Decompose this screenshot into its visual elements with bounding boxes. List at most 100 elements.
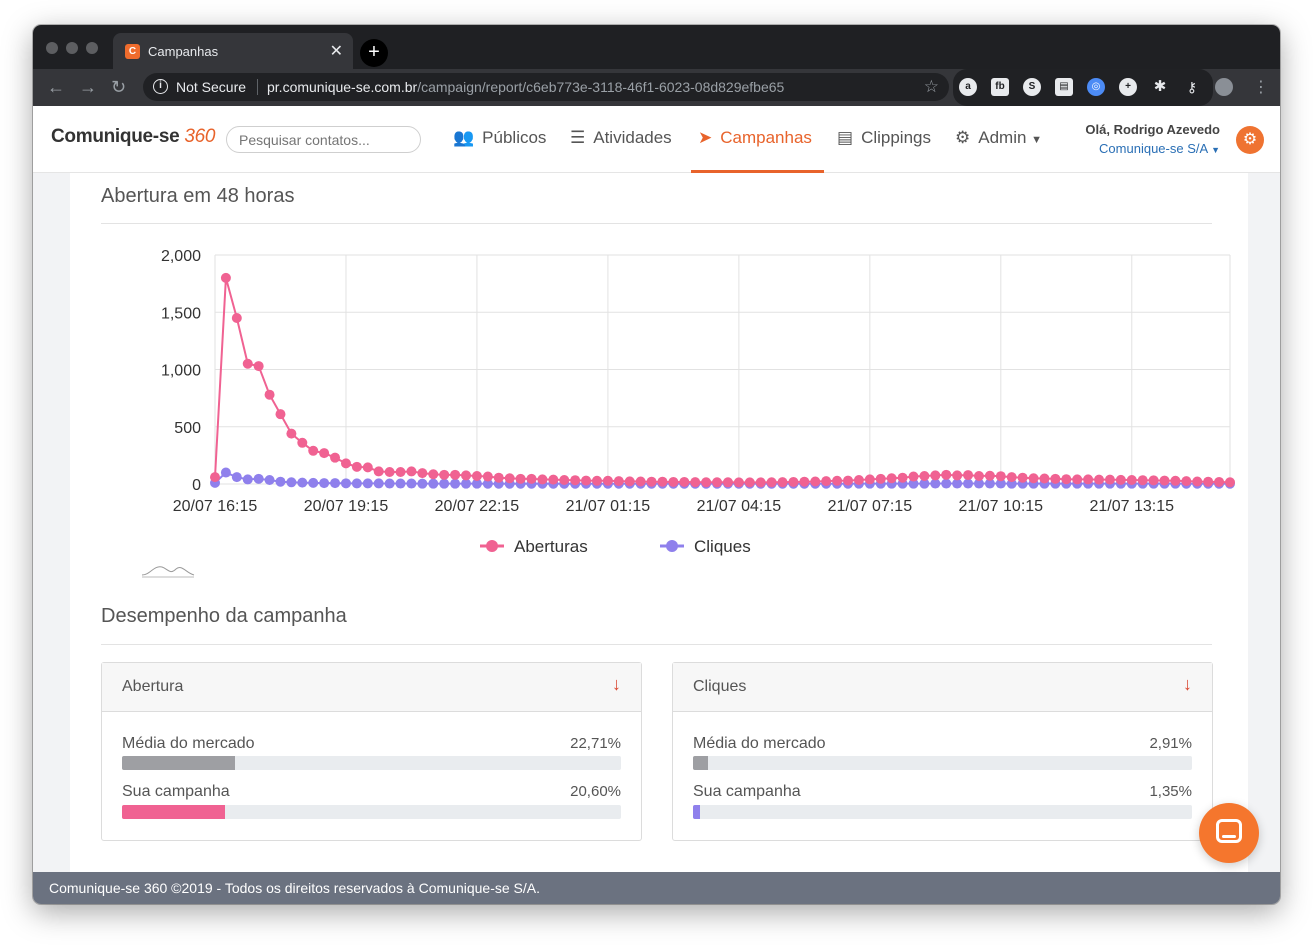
- data-point-aberturas: [908, 471, 919, 482]
- data-point-aberturas: [471, 470, 482, 481]
- data-point-aberturas: [1159, 475, 1170, 486]
- data-point-aberturas: [515, 473, 526, 484]
- tab-strip: C Campanhas ✕ +: [33, 25, 1280, 69]
- data-point-aberturas: [963, 470, 974, 481]
- browser-menu-icon[interactable]: ⋮: [1253, 77, 1269, 97]
- data-point-aberturas: [406, 466, 417, 477]
- maximize-window-button[interactable]: [86, 42, 98, 54]
- data-point-cliques: [439, 478, 450, 489]
- data-point-cliques: [319, 478, 330, 489]
- data-point-cliques: [264, 474, 275, 485]
- panel-title: Cliques: [693, 678, 747, 695]
- data-point-aberturas: [559, 474, 570, 485]
- settings-gear-button[interactable]: ⚙: [1236, 126, 1264, 154]
- data-point-cliques: [428, 478, 439, 489]
- x-tick-label: 20/07 19:15: [304, 498, 389, 515]
- campaign-label: Sua campanha: [693, 783, 801, 800]
- data-point-aberturas: [570, 475, 581, 486]
- data-point-aberturas: [821, 476, 832, 487]
- data-point-aberturas: [351, 461, 362, 472]
- extension-circle-icon[interactable]: ◎: [1087, 78, 1105, 96]
- close-tab-icon[interactable]: ✕: [330, 41, 343, 61]
- campaign-value: 1,35%: [1149, 783, 1192, 800]
- browser-toolbar: ← → ↻ i Not Secure pr.comunique-se.com.b…: [33, 69, 1280, 106]
- data-point-aberturas: [1061, 474, 1072, 485]
- newspaper-icon: ▤: [837, 128, 854, 147]
- extension-copy-icon[interactable]: ▤: [1055, 78, 1073, 96]
- url-host: pr.comunique-se.com.br: [267, 79, 418, 95]
- favicon-icon: C: [125, 44, 140, 59]
- data-point-aberturas: [766, 477, 777, 488]
- data-point-aberturas: [330, 452, 341, 463]
- company-selector[interactable]: Comunique-se S/A ▼: [1099, 141, 1220, 156]
- data-point-aberturas: [712, 477, 723, 488]
- nav-item-publicos[interactable]: 👥 Públicos: [453, 128, 546, 148]
- chat-launcher-button[interactable]: [1199, 803, 1259, 863]
- data-point-aberturas: [875, 473, 886, 484]
- close-window-button[interactable]: [46, 42, 58, 54]
- campaign-progress-fill: [693, 805, 700, 819]
- data-point-aberturas: [417, 468, 428, 479]
- data-point-aberturas: [362, 462, 373, 473]
- data-point-aberturas: [297, 437, 308, 448]
- minimize-window-button[interactable]: [66, 42, 78, 54]
- data-point-aberturas: [395, 466, 406, 477]
- campaign-value: 20,60%: [570, 783, 621, 800]
- key-icon[interactable]: ⚷: [1183, 78, 1201, 96]
- y-tick-label: 1,000: [161, 363, 201, 380]
- url-text[interactable]: pr.comunique-se.com.br/campaign/report/c…: [267, 79, 784, 95]
- extensions-puzzle-icon[interactable]: ✱: [1151, 78, 1169, 96]
- search-contacts-input[interactable]: [226, 126, 421, 153]
- market-progress-fill: [693, 756, 708, 770]
- data-point-aberturas: [973, 470, 984, 481]
- data-point-aberturas: [679, 476, 690, 487]
- bookmark-star-icon[interactable]: ☆: [924, 77, 939, 97]
- data-point-aberturas: [504, 473, 515, 484]
- data-point-aberturas: [548, 474, 559, 485]
- cog-icon: ⚙: [955, 128, 971, 147]
- data-point-aberturas: [613, 476, 624, 487]
- nav-item-clippings[interactable]: ▤ Clippings: [837, 128, 931, 148]
- data-point-aberturas: [264, 389, 275, 400]
- address-bar[interactable]: i Not Secure pr.comunique-se.com.br/camp…: [143, 73, 949, 101]
- data-point-cliques: [450, 478, 461, 489]
- opens-line-chart: 0 500 1,000 1,500 2,000 20/07 16:15 20/07 19:1…: [161, 248, 1235, 556]
- data-point-aberturas: [919, 470, 930, 481]
- info-icon[interactable]: i: [153, 79, 168, 94]
- profile-avatar[interactable]: [1215, 78, 1233, 96]
- app-logo[interactable]: Comunique-se 360: [51, 126, 215, 148]
- market-average-label: Média do mercado: [693, 735, 826, 752]
- data-point-aberturas: [581, 475, 592, 486]
- forward-icon[interactable]: →: [79, 77, 97, 98]
- data-point-aberturas: [733, 477, 744, 488]
- legend-marker-cliques: [666, 540, 678, 552]
- nav-item-admin[interactable]: ⚙ Admin ▼: [955, 128, 1042, 148]
- browser-tab[interactable]: C Campanhas ✕: [113, 33, 353, 69]
- data-point-aberturas: [755, 477, 766, 488]
- data-point-cliques: [351, 478, 362, 489]
- extension-s-icon[interactable]: S: [1023, 78, 1041, 96]
- data-point-aberturas: [242, 358, 253, 369]
- extension-plus-icon[interactable]: +: [1119, 78, 1137, 96]
- checklist-icon: ☰: [570, 128, 586, 147]
- new-tab-button[interactable]: +: [360, 39, 388, 67]
- nav-item-atividades[interactable]: ☰ Atividades: [570, 128, 672, 148]
- nav-label: Públicos: [482, 128, 547, 147]
- data-point-cliques: [308, 477, 319, 488]
- company-name: Comunique-se S/A: [1099, 141, 1208, 156]
- nav-item-campanhas[interactable]: ➤ Campanhas: [698, 128, 812, 148]
- extension-a-icon[interactable]: a: [959, 78, 977, 96]
- campaign-progress-bar: [122, 805, 621, 819]
- chat-smile-icon: [1222, 835, 1236, 838]
- data-point-aberturas: [537, 474, 548, 485]
- data-point-aberturas: [843, 475, 854, 486]
- data-point-cliques: [417, 478, 428, 489]
- x-tick-label: 20/07 16:15: [173, 498, 258, 515]
- chart-thumbnail-icon: [141, 566, 195, 578]
- campaign-label: Sua campanha: [122, 783, 230, 800]
- back-icon[interactable]: ←: [47, 77, 65, 98]
- market-progress-bar: [122, 756, 621, 770]
- extension-fb-icon[interactable]: fb: [991, 78, 1009, 96]
- market-progress-fill: [122, 756, 236, 770]
- reload-icon[interactable]: ↻: [111, 77, 126, 98]
